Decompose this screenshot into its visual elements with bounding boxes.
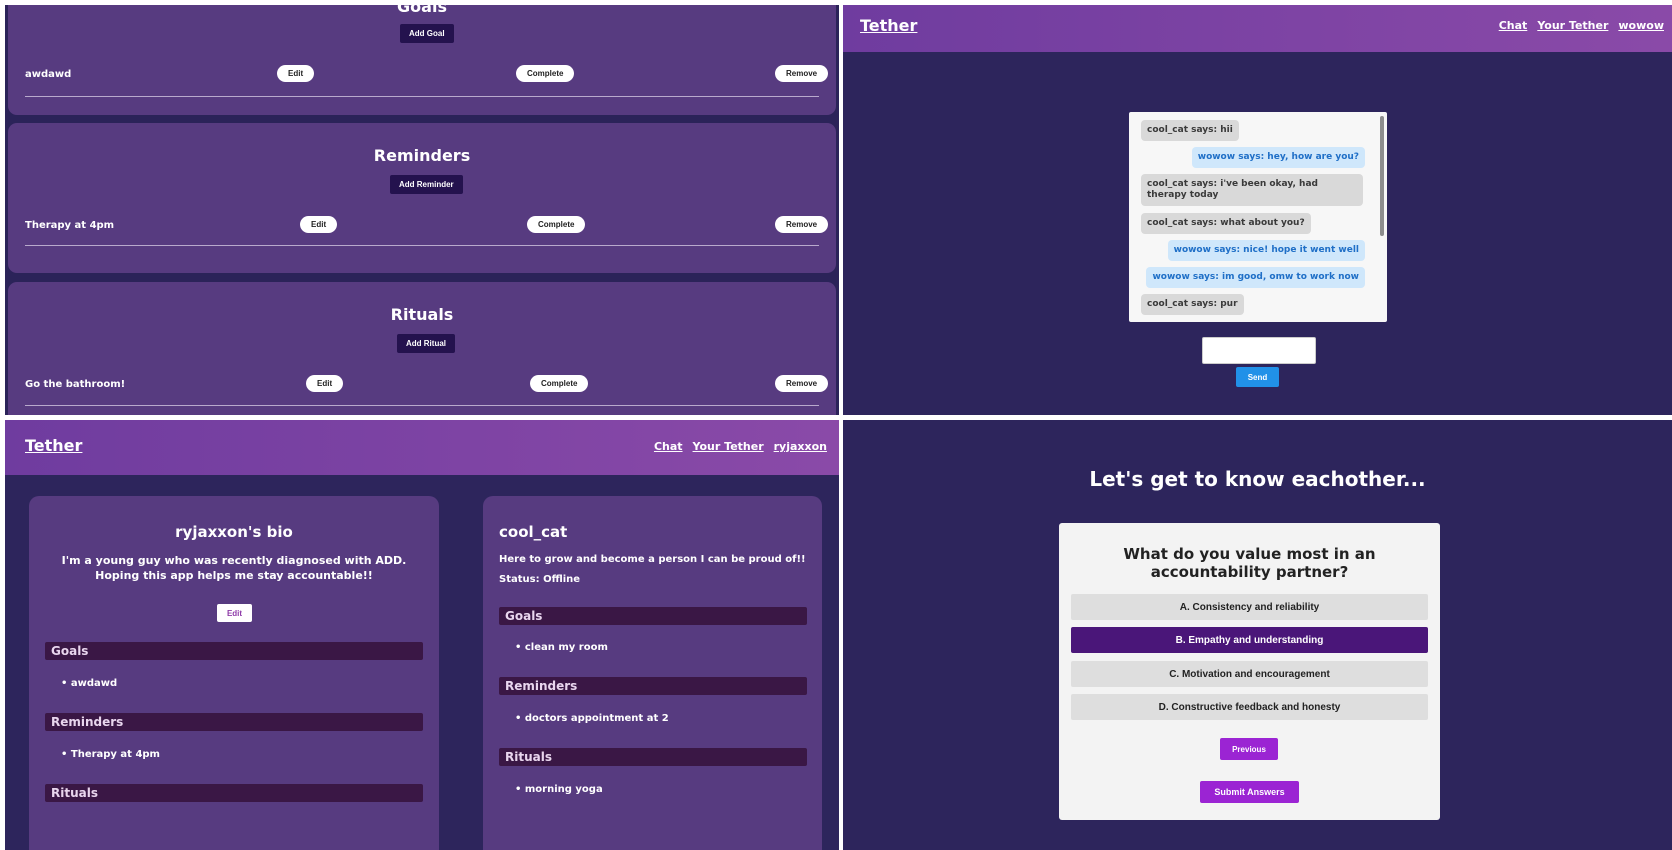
ritual-item-text: Go the bathroom!	[25, 379, 126, 390]
partner-goals-header: Goals	[499, 607, 807, 625]
partner-status: Status: Offline	[499, 574, 581, 585]
partner-bio-card: cool_cat Here to grow and become a perso…	[483, 496, 822, 850]
navbar: Tether Chat Your Tether wowow	[843, 5, 1672, 52]
partner-reminders-header: Reminders	[499, 677, 807, 695]
navbar: Tether Chat Your Tether ryjaxxon	[5, 420, 839, 475]
nav-your-tether-link[interactable]: Your Tether	[693, 440, 764, 453]
partner-reminder-item: • doctors appointment at 2	[515, 713, 669, 724]
chat-panel: Tether Chat Your Tether wowow cool_cat s…	[843, 5, 1672, 415]
brand-link[interactable]: Tether	[860, 16, 917, 35]
nav-username-link[interactable]: ryjaxxon	[774, 440, 827, 453]
quiz-card: What do you value most in an accountabil…	[1059, 523, 1440, 820]
goal-complete-button[interactable]: Complete	[516, 65, 575, 82]
chat-message: cool_cat says: what about you?	[1141, 213, 1311, 234]
reminder-edit-button[interactable]: Edit	[300, 216, 338, 233]
nav-your-tether-link[interactable]: Your Tether	[1537, 19, 1608, 32]
chat-scrollbar[interactable]	[1380, 116, 1384, 236]
goal-divider	[25, 96, 819, 97]
chat-message: wowow says: nice! hope it went well	[1167, 240, 1365, 261]
reminder-divider	[25, 245, 819, 246]
nav-username-link[interactable]: wowow	[1618, 19, 1664, 32]
reminders-title: Reminders	[373, 146, 471, 165]
add-ritual-button[interactable]: Add Ritual	[397, 334, 455, 353]
reminder-complete-button[interactable]: Complete	[527, 216, 586, 233]
add-goal-button[interactable]: Add Goal	[400, 24, 454, 43]
quiz-panel: Let's get to know eachother... What do y…	[843, 420, 1672, 850]
nav-chat-link[interactable]: Chat	[654, 440, 683, 453]
send-button[interactable]: Send	[1236, 367, 1279, 387]
quiz-option-b[interactable]: B. Empathy and understanding	[1071, 627, 1428, 653]
rituals-card: Rituals Add Ritual Go the bathroom! Edit…	[8, 282, 836, 415]
goals-card: Goals Add Goal awdawd Edit Complete Remo…	[8, 5, 836, 115]
my-bio-text: I'm a young guy who was recently diagnos…	[61, 554, 407, 582]
reminder-item-text: Therapy at 4pm	[25, 220, 115, 231]
my-bio-title: ryjaxxon's bio	[175, 523, 293, 541]
brand-link[interactable]: Tether	[25, 436, 82, 455]
submit-answers-button[interactable]: Submit Answers	[1200, 781, 1299, 803]
nav-links: Chat Your Tether wowow	[1499, 19, 1664, 32]
chat-input[interactable]	[1202, 337, 1316, 364]
my-goal-item: • awdawd	[61, 678, 118, 689]
my-reminders-header: Reminders	[45, 713, 423, 731]
partner-name: cool_cat	[499, 523, 568, 541]
my-rituals-header: Rituals	[45, 784, 423, 802]
ritual-complete-button[interactable]: Complete	[530, 375, 589, 392]
quiz-option-c[interactable]: C. Motivation and encouragement	[1071, 661, 1428, 687]
my-bio-card: ryjaxxon's bio I'm a young guy who was r…	[29, 496, 439, 850]
partner-goal-item: • clean my room	[515, 642, 608, 653]
my-reminder-item: • Therapy at 4pm	[61, 749, 160, 760]
chat-message: wowow says: hey, how are you?	[1191, 147, 1365, 168]
chat-message: cool_cat says: pur	[1141, 294, 1244, 315]
previous-button[interactable]: Previous	[1220, 738, 1278, 760]
edit-bio-button[interactable]: Edit	[217, 604, 252, 622]
partner-bio-text: Here to grow and become a person I can b…	[499, 554, 806, 565]
goals-title: Goals	[397, 5, 447, 16]
quiz-question: What do you value most in an accountabil…	[1123, 545, 1376, 581]
quiz-title: Let's get to know eachother...	[1089, 467, 1426, 491]
chat-messages[interactable]: cool_cat says: hii wowow says: hey, how …	[1129, 112, 1387, 322]
ritual-divider	[25, 405, 819, 406]
rituals-title: Rituals	[390, 305, 454, 324]
goal-item-text: awdawd	[25, 69, 72, 80]
nav-chat-link[interactable]: Chat	[1499, 19, 1528, 32]
quiz-option-d[interactable]: D. Constructive feedback and honesty	[1071, 694, 1428, 720]
profile-panel: Tether Chat Your Tether ryjaxxon ryjaxxo…	[5, 420, 839, 850]
goal-remove-button[interactable]: Remove	[775, 65, 829, 82]
partner-ritual-item: • morning yoga	[515, 784, 603, 795]
chat-message: wowow says: im good, omw to work now	[1146, 267, 1365, 288]
reminder-remove-button[interactable]: Remove	[775, 216, 829, 233]
ritual-remove-button[interactable]: Remove	[775, 375, 829, 392]
goal-edit-button[interactable]: Edit	[277, 65, 315, 82]
dashboard-panel: Goals Add Goal awdawd Edit Complete Remo…	[5, 5, 839, 415]
my-goals-header: Goals	[45, 642, 423, 660]
ritual-edit-button[interactable]: Edit	[306, 375, 344, 392]
chat-message: cool_cat says: i've been okay, had thera…	[1141, 174, 1363, 206]
reminders-card: Reminders Add Reminder Therapy at 4pm Ed…	[8, 123, 836, 273]
partner-rituals-header: Rituals	[499, 748, 807, 766]
nav-links: Chat Your Tether ryjaxxon	[654, 440, 827, 453]
quiz-option-a[interactable]: A. Consistency and reliability	[1071, 594, 1428, 620]
chat-message: cool_cat says: hii	[1141, 120, 1239, 141]
add-reminder-button[interactable]: Add Reminder	[390, 175, 463, 194]
